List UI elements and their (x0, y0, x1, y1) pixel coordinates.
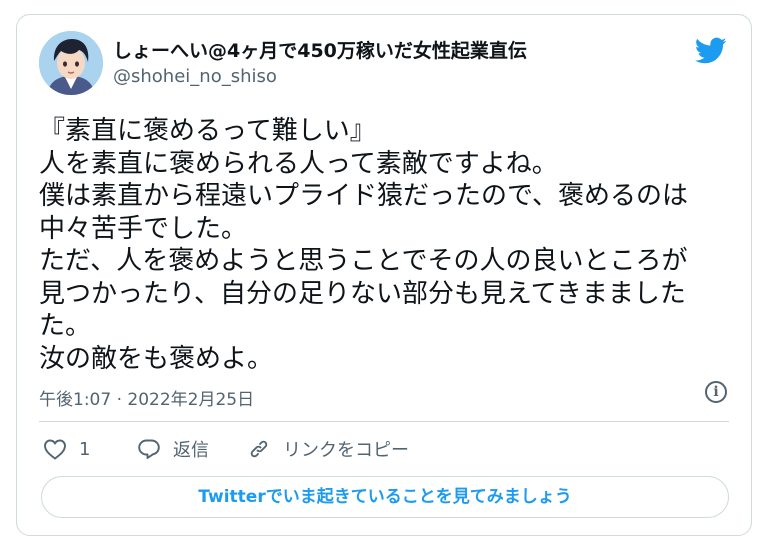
tweet-line: 中々苦手でした。 (39, 213, 248, 244)
tweet-line: 『素直に褒めるって難しい』 (39, 116, 376, 146)
tweet-timestamp[interactable]: 午後1:07 · 2022年2月25日 (39, 385, 254, 410)
tweet-actions: 1 返信 リンクをコピー (43, 434, 409, 464)
like-button[interactable]: 1 (43, 438, 137, 460)
author-handle[interactable]: @shohei_no_shiso (113, 66, 277, 87)
copy-link-label: リンクをコピー (283, 440, 409, 461)
reply-bubble-icon (137, 438, 161, 460)
tweet-card: しょーへい@4ヶ月で450万稼いだ女性起業直伝 @shohei_no_shiso… (16, 14, 752, 536)
copy-link-button[interactable]: リンクをコピー (247, 436, 409, 462)
tweet-line: ただ、人を褒めようと思うことでその人の良いところが (39, 246, 688, 276)
like-count: 1 (79, 438, 91, 460)
author-display-name[interactable]: しょーへい@4ヶ月で450万稼いだ女性起業直伝 (113, 36, 527, 63)
avatar[interactable] (39, 31, 103, 95)
twitter-bird-icon[interactable] (694, 37, 727, 65)
heart-icon (43, 438, 67, 460)
tweet-line: 汝の敵をも褒めよ。 (39, 343, 274, 374)
explore-twitter-button[interactable]: Twitterでいま起きていることを見てみましょう (41, 476, 729, 518)
info-icon[interactable]: i (705, 381, 727, 403)
tweet-text: 『素直に褒めるって難しい』 人を素直に褒められる人って素敵ですよね。 僕は素直か… (39, 115, 729, 375)
reply-button[interactable]: 返信 (137, 436, 247, 462)
tweet-line: 僕は素直から程遠いプライド猿だったので、褒めるのは (39, 181, 688, 211)
tweet-line: た。 (39, 311, 92, 341)
tweet-line: 見つかったり、自分の足りない部分も見えてきまました (39, 278, 686, 309)
reply-label: 返信 (173, 440, 209, 461)
link-icon (247, 437, 271, 461)
tweet-line: 人を素直に褒められる人って素敵ですよね。 (39, 148, 558, 179)
avatar-illustration-icon (39, 31, 103, 95)
divider (39, 421, 729, 422)
